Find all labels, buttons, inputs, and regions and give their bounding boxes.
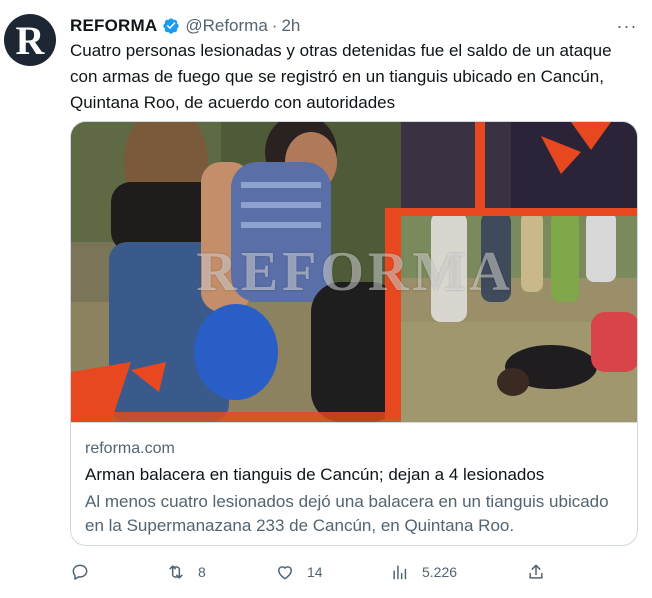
card-description: Al menos cuatro lesionados dejó una bala…	[85, 492, 609, 535]
views-button[interactable]: 5.226	[390, 560, 457, 584]
action-bar: 8 14 5.226	[70, 560, 550, 584]
tweet[interactable]: R REFORMA @Reforma · 2h ··· Cuatro perso…	[0, 0, 652, 598]
tweet-text: Cuatro personas lesionadas y otras deten…	[70, 41, 612, 112]
avatar-logo-letter: R	[15, 17, 45, 63]
card-title: Arman balacera en tianguis de Cancún; de…	[85, 465, 545, 484]
share-icon	[529, 564, 543, 579]
verified-badge-icon	[163, 18, 180, 34]
avatar[interactable]: R	[4, 14, 56, 66]
retweet-icon	[169, 565, 183, 579]
reply-button[interactable]	[70, 560, 102, 584]
like-count: 14	[307, 564, 323, 580]
tweet-header: REFORMA @Reforma · 2h	[70, 14, 300, 38]
header-separator: ·	[271, 16, 278, 35]
card-domain: reforma.com	[85, 440, 175, 457]
card-watermark: REFORMA	[196, 241, 514, 303]
link-card[interactable]: REFORMA reforma.com Arman balacera en ti…	[70, 121, 638, 546]
share-button[interactable]	[526, 560, 546, 584]
like-button[interactable]: 14	[275, 560, 323, 584]
card-text-area: reforma.com Arman balacera en tianguis d…	[71, 422, 637, 545]
tweet-timestamp[interactable]: 2h	[281, 16, 300, 36]
views-chart-icon	[393, 565, 407, 580]
heart-icon	[278, 566, 292, 580]
views-count: 5.226	[422, 564, 458, 580]
author-name[interactable]: REFORMA	[70, 16, 157, 36]
retweet-count: 8	[198, 564, 206, 580]
retweet-button[interactable]: 8	[166, 560, 206, 584]
card-image: REFORMA	[71, 122, 637, 422]
more-options-icon[interactable]: ···	[612, 14, 642, 38]
author-handle[interactable]: @Reforma	[185, 16, 267, 36]
reply-icon	[72, 564, 88, 580]
